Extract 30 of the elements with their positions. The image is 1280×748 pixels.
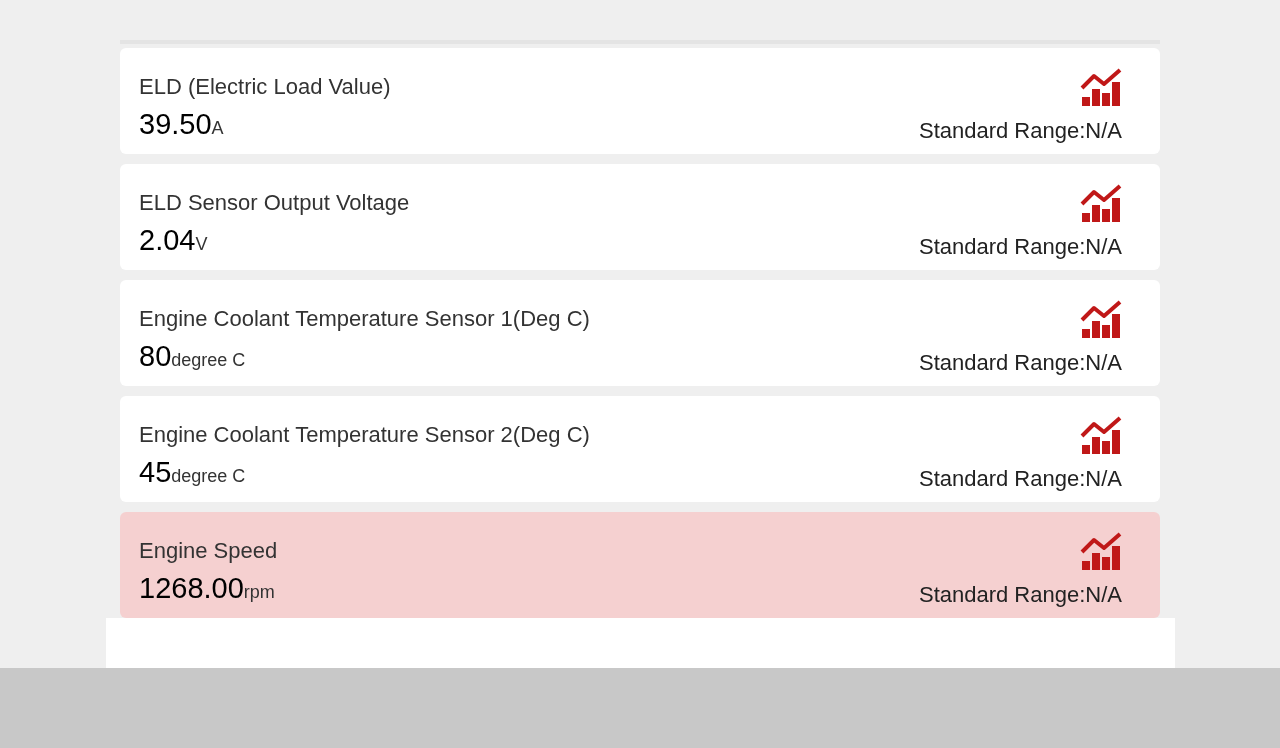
unit-label: V [195,234,208,256]
chart-icon[interactable] [1080,184,1122,222]
parameter-name: Engine Coolant Temperature Sensor 2(Deg C) [139,421,590,449]
parameter-value: 39.50 [139,107,212,141]
parameter-value: 45 [139,455,172,489]
chart-icon[interactable] [1080,68,1122,106]
parameter-value: 1268.00 [139,571,244,605]
chart-icon[interactable] [1080,416,1122,454]
chart-icon[interactable] [1080,532,1122,570]
unit-label: rpm [243,581,275,604]
unit-label: degree C [171,465,246,488]
parameter-card[interactable]: Engine Speed 1268.00rpm Standard Range:N/A [120,512,1160,618]
standard-range: Standard Range:N/A [918,349,1122,377]
parameter-name: ELD Sensor Output Voltage [139,189,410,217]
standard-range: Standard Range:N/A [918,233,1122,261]
unit-label: A [211,118,224,140]
parameter-card[interactable]: Engine Coolant Temperature Sensor 2(Deg C) 45degree C Standard Range:N/A [120,396,1160,502]
parameter-name: Engine Coolant Temperature Sensor 1(Deg C) [139,305,590,333]
parameter-card[interactable]: ELD Sensor Output Voltage 2.04V Standard Range:N/A [120,164,1160,270]
parameter-value: 80 [139,339,172,373]
parameter-card[interactable]: Engine Coolant Temperature Sensor 1(Deg C) 80degree C Standard Range:N/A [120,280,1160,386]
parameter-name: ELD (Electric Load Value) [139,73,391,101]
standard-range: Standard Range:N/A [918,117,1122,145]
parameter-name: Engine Speed [139,537,278,565]
chart-icon[interactable] [1080,300,1122,338]
standard-range: Standard Range:N/A [918,581,1122,609]
standard-range: Standard Range:N/A [918,465,1122,493]
parameter-value: 2.04 [139,223,196,257]
unit-label: degree C [171,350,246,372]
parameter-card[interactable]: ELD (Electric Load Value) 39.50A Standard Range:N/A [120,48,1160,154]
